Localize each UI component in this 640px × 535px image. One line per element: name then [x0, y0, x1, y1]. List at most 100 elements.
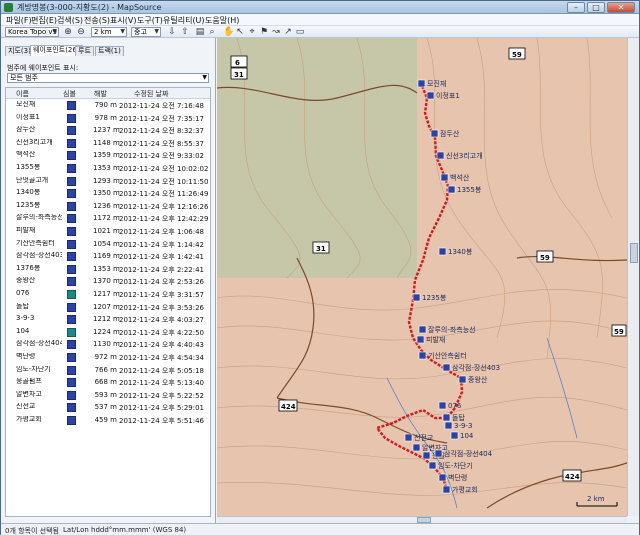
detail-level-select[interactable]: 중고 ▼: [131, 27, 161, 37]
route-tool-icon[interactable]: ↝: [271, 27, 281, 37]
zoom-in-icon[interactable]: ⊕: [63, 27, 73, 37]
waypoint-row[interactable]: 신전교 537 m 2012-11-24 오후 5:29:01: [6, 402, 210, 414]
waypoint-row[interactable]: 피발재 1021 m 2012-11-24 오후 1:06:48: [6, 226, 210, 238]
close-button[interactable]: ✕: [607, 2, 635, 13]
column-elevation[interactable]: 해발: [94, 89, 107, 99]
waypoint-row[interactable]: 가평교회 459 m 2012-11-24 오후 5:51:46: [6, 415, 210, 427]
waypoint-marker-icon: [440, 173, 449, 182]
hiker-symbol-icon: [67, 315, 76, 325]
waypoint-row[interactable]: 076 1217 m 2012-11-24 오후 3:31:57: [6, 289, 210, 301]
waypoint-marker-icon: [428, 461, 437, 470]
waypoint-row[interactable]: 1235봉 1236 m 2012-11-24 오후 12:16:26: [6, 201, 210, 213]
waypoint-map-label: 이정표1: [436, 91, 460, 100]
waypoint-list[interactable]: 이름 심볼 해발 수정된 날짜 모진재 790 m 2012-11-24 오전 7:…: [5, 87, 211, 517]
receive-from-device-icon[interactable]: ⇩: [167, 27, 177, 37]
map-product-select[interactable]: Korea Topo v9 ▼: [5, 27, 59, 37]
column-name[interactable]: 이름: [16, 89, 29, 99]
waypoint-row[interactable]: 삼각점-장선404 1130 m 2012-11-24 오후 4:40:43: [6, 339, 210, 351]
find-tool-icon[interactable]: ⌖: [247, 27, 257, 37]
waypoint-row[interactable]: 잠두산 1237 m 2012-11-24 오전 8:32:37: [6, 125, 210, 137]
road-shield-label: 59: [614, 328, 624, 336]
tab-tracks[interactable]: 트랙(1): [95, 46, 124, 56]
waypoint-row[interactable]: 신선3리고개 1148 m 2012-11-24 오전 8:55:37: [6, 138, 210, 150]
waypoint-marker-icon: [442, 413, 451, 422]
waypoint-modified-date: 2012-11-24 오후 4:03:27: [119, 316, 204, 325]
hiker-symbol-icon: [67, 277, 76, 287]
waypoint-row[interactable]: 모진재 790 m 2012-11-24 오전 7:16:48: [6, 100, 210, 112]
waypoint-elevation: 593 m: [94, 390, 117, 399]
column-modified[interactable]: 수정된 날짜: [134, 89, 168, 99]
maximize-button[interactable]: □: [587, 2, 605, 13]
column-symbol[interactable]: 심볼: [63, 89, 76, 99]
hiker-symbol-icon: [67, 113, 76, 123]
waypoint-row[interactable]: 잘루의-좌측능선 1172 m 2012-11-24 오후 12:42:29: [6, 213, 210, 225]
waypoint-map-label: 중왕산: [468, 375, 488, 384]
map-view[interactable]: 6 31 31 59 59 59 424 424 모진재 이정표1 잠두산 신선3리고…: [217, 38, 627, 516]
select-tool-icon[interactable]: ↖: [235, 27, 245, 37]
hiker-symbol-icon: [67, 176, 76, 186]
waypoint-row[interactable]: 기산안측쉼터 1054 m 2012-11-24 오후 1:14:42: [6, 239, 210, 251]
map-vertical-scrollbar[interactable]: [627, 38, 639, 516]
waypoint-marker-icon: [442, 363, 451, 372]
tab-routes[interactable]: 루트: [75, 46, 94, 56]
waypoint-elevation: 668 m: [94, 378, 117, 387]
menu-edit[interactable]: 편집(E): [31, 15, 57, 26]
waypoint-map-label: 104: [460, 432, 474, 440]
waypoint-row[interactable]: 단엇골고개 1293 m 2012-11-24 오전 10:11:50: [6, 176, 210, 188]
send-to-device-icon[interactable]: ⇧: [180, 27, 190, 37]
waypoint-elevation: 1350 m: [93, 189, 120, 198]
minimize-button[interactable]: –: [567, 2, 585, 13]
waypoint-row[interactable]: 알변자고 593 m 2012-11-24 오후 5:22:52: [6, 390, 210, 402]
menu-utilities[interactable]: 유틸리티(U): [163, 15, 205, 26]
menu-view[interactable]: 표시(V): [110, 15, 136, 26]
measure-tool-icon[interactable]: ▭: [295, 27, 305, 37]
map-tool-icon[interactable]: ▤: [195, 27, 205, 37]
waypoint-row[interactable]: 3-9-3 1212 m 2012-11-24 오후 4:03:27: [6, 314, 210, 326]
waypoint-row[interactable]: 삼각점-장선403 1169 m 2012-11-24 오후 1:42:41: [6, 251, 210, 263]
waypoint-row[interactable]: 1340봉 1350 m 2012-11-24 오전 11:26:49: [6, 188, 210, 200]
menu-file[interactable]: 파일(F): [6, 15, 32, 26]
menu-transfer[interactable]: 전송(S): [84, 15, 110, 26]
waypoint-tool-icon[interactable]: ⚑: [259, 27, 269, 37]
waypoint-elevation: 1207 m: [93, 302, 120, 311]
chevron-down-icon: ▼: [154, 28, 159, 35]
pan-tool-icon[interactable]: ✋: [223, 27, 234, 37]
hiker-symbol-icon: [67, 365, 76, 375]
waypoint-row[interactable]: 이정표1 978 m 2012-11-24 오전 7:35:17: [6, 113, 210, 125]
waypoint-name: 076: [16, 290, 30, 296]
waypoint-elevation: 1169 m: [93, 252, 120, 261]
zoom-tool-icon[interactable]: ⌕: [207, 27, 217, 37]
waypoint-row[interactable]: 백석산 1359 m 2012-11-24 오전 9:33:02: [6, 150, 210, 162]
map-product-value: Korea Topo v9: [8, 28, 57, 36]
waypoint-row[interactable]: 돌탑 1207 m 2012-11-24 오후 3:53:26: [6, 302, 210, 314]
menu-search[interactable]: 검색(S): [57, 15, 83, 26]
menu-tools[interactable]: 도구(T): [137, 15, 163, 26]
hiker-symbol-icon: [67, 101, 76, 110]
hiker-symbol-icon: [67, 201, 76, 211]
waypoint-elevation: 766 m: [94, 365, 117, 374]
waypoint-row[interactable]: 1376봉 1353 m 2012-11-24 오후 2:22:41: [6, 264, 210, 276]
waypoint-modified-date: 2012-11-24 오후 3:31:57: [119, 291, 204, 299]
mapsource-app-icon: [4, 3, 13, 12]
waypoint-row[interactable]: 1355봉 1353 m 2012-11-24 오전 10:02:02: [6, 163, 210, 175]
zoom-level-select[interactable]: 2 km ▼: [91, 27, 127, 37]
menu-help[interactable]: 도움말(H): [205, 15, 239, 26]
road-shield-label: 424: [281, 403, 296, 411]
waypoint-name: 단엇골고개: [16, 176, 49, 183]
waypoint-row[interactable]: 웅골펌프 668 m 2012-11-24 오후 5:13:40: [6, 377, 210, 389]
waypoint-row[interactable]: 104 1224 m 2012-11-24 오후 4:22:50: [6, 327, 210, 339]
waypoint-row[interactable]: 벽단령 972 m 2012-11-24 오후 4:54:34: [6, 352, 210, 364]
waypoint-row[interactable]: 임도-차단기 766 m 2012-11-24 오후 5:05:18: [6, 365, 210, 377]
zoom-out-icon[interactable]: ⊖: [76, 27, 86, 37]
scrollbar-thumb[interactable]: [630, 243, 638, 263]
category-filter-select[interactable]: 모든 범주 ▼: [7, 73, 209, 83]
waypoint-modified-date: 2012-11-24 오후 3:53:26: [119, 303, 204, 312]
hiker-symbol-icon: [67, 214, 76, 224]
waypoint-name: 백석산: [16, 151, 36, 158]
category-filter-value: 모든 범주: [10, 74, 38, 82]
waypoint-row[interactable]: 중왕산 1370 m 2012-11-24 오후 2:53:26: [6, 276, 210, 288]
track-tool-icon[interactable]: ↗: [283, 27, 293, 37]
waypoint-modified-date: 2012-11-24 오후 5:05:18: [119, 366, 204, 375]
map-horizontal-scrollbar[interactable]: [217, 516, 627, 523]
topo-map[interactable]: 6 31 31 59 59 59 424 424 모진재이정표1 잠두산신선3리고…: [217, 38, 627, 516]
